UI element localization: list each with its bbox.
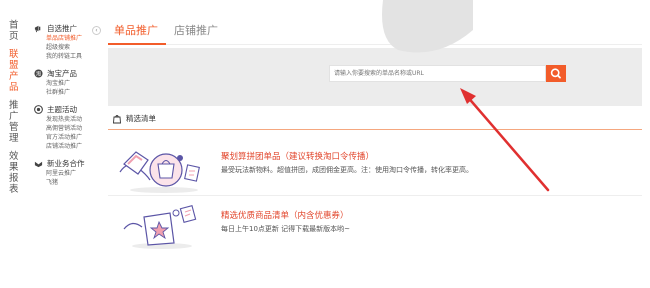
subnav-section-header[interactable]: 主题活动 bbox=[34, 104, 104, 115]
card-title[interactable]: 精选优质商品清单（内含优惠券） bbox=[221, 209, 349, 221]
megaphone-icon bbox=[34, 25, 41, 33]
vnav-item-reports[interactable]: 效果报表 bbox=[9, 151, 21, 195]
choice-list-title: 精选清单 bbox=[126, 114, 156, 123]
sidebar-collapse-button[interactable]: ‹ bbox=[92, 26, 101, 35]
subnav-item-taobao-promo[interactable]: 淘宝推广 bbox=[34, 79, 104, 88]
subnav-section-taobao: 淘 淘宝产品 淘宝推广 社群推广 bbox=[34, 68, 104, 97]
search-button[interactable] bbox=[546, 65, 566, 82]
subnav-item-fliggy[interactable]: 飞猪 bbox=[34, 178, 104, 187]
subnav-item-hot-events[interactable]: 发现热卖活动 bbox=[34, 115, 104, 124]
subnav-section-title: 新业务合作 bbox=[47, 159, 85, 168]
vnav-item-promotion-management[interactable]: 推广管理 bbox=[9, 100, 21, 144]
subnav-section-title: 主题活动 bbox=[47, 105, 77, 114]
svg-text:淘: 淘 bbox=[36, 70, 41, 78]
tab-shop[interactable]: 店铺推广 bbox=[174, 22, 218, 38]
choice-card-team-buy[interactable]: 聚划算拼团单品（建议转换淘口令传播） 最受玩法新物料。超值拼团，成团佣金更高。注… bbox=[108, 140, 642, 196]
vnav-item-products[interactable]: 联盟产品 bbox=[9, 49, 21, 93]
subnav-item-official-events[interactable]: 官方活动推广 bbox=[34, 133, 104, 142]
subnav-section-header[interactable]: 淘 淘宝产品 bbox=[34, 68, 104, 79]
main-vertical-nav: 首页 联盟产品 推广管理 效果报表 bbox=[9, 20, 21, 202]
search-icon bbox=[550, 68, 561, 79]
bag-icon bbox=[113, 114, 121, 123]
tab-single-product[interactable]: 单品推广 bbox=[114, 22, 158, 38]
target-icon bbox=[34, 105, 43, 114]
background-decoration bbox=[382, 0, 473, 53]
card-title[interactable]: 聚划算拼团单品（建议转换淘口令传播） bbox=[221, 150, 374, 162]
card-description: 最受玩法新物料。超值拼团，成团佣金更高。注：使用淘口令传播，转化率更高。 bbox=[221, 166, 473, 174]
sidebar-subnav: 自选推广 单品店铺推广 超级搜索 我的转链工具 淘 淘宝产品 淘宝推广 社群推广… bbox=[34, 23, 104, 194]
subnav-section-title: 自选推广 bbox=[47, 24, 77, 33]
star-box-illustration bbox=[123, 205, 197, 249]
subnav-item-high-commission[interactable]: 高佣营销活动 bbox=[34, 124, 104, 133]
search-input[interactable] bbox=[329, 65, 546, 82]
handshake-icon bbox=[34, 161, 43, 168]
subnav-section-header[interactable]: 新业务合作 bbox=[34, 158, 104, 169]
choice-card-quality-list[interactable]: 精选优质商品清单（内含优惠券） 每日上午10点更新 记得下载最新版本哟~ bbox=[108, 197, 642, 253]
subnav-item-single-shop-promo[interactable]: 单品店铺推广 bbox=[34, 34, 104, 43]
subnav-section-new-business: 新业务合作 阿里云推广 飞猪 bbox=[34, 158, 104, 187]
subnav-item-aliyun[interactable]: 阿里云推广 bbox=[34, 169, 104, 178]
subnav-section-events: 主题活动 发现热卖活动 高佣营销活动 官方活动推广 店铺活动推广 bbox=[34, 104, 104, 151]
active-tab-indicator bbox=[108, 43, 166, 45]
vnav-item-home[interactable]: 首页 bbox=[9, 20, 21, 42]
subnav-section-title: 淘宝产品 bbox=[47, 69, 77, 78]
subnav-item-community-promo[interactable]: 社群推广 bbox=[34, 88, 104, 97]
choice-list-header: 精选清单 bbox=[108, 108, 642, 130]
taobao-icon: 淘 bbox=[34, 69, 43, 78]
subnav-item-link-tool[interactable]: 我的转链工具 bbox=[34, 52, 104, 61]
team-buy-illustration bbox=[119, 151, 200, 193]
subnav-item-shop-events[interactable]: 店铺活动推广 bbox=[34, 142, 104, 151]
card-description: 每日上午10点更新 记得下载最新版本哟~ bbox=[221, 225, 350, 233]
main-content: 单品推广 店铺推广 精选清单 bbox=[108, 0, 642, 253]
subnav-item-super-search[interactable]: 超级搜索 bbox=[34, 43, 104, 52]
